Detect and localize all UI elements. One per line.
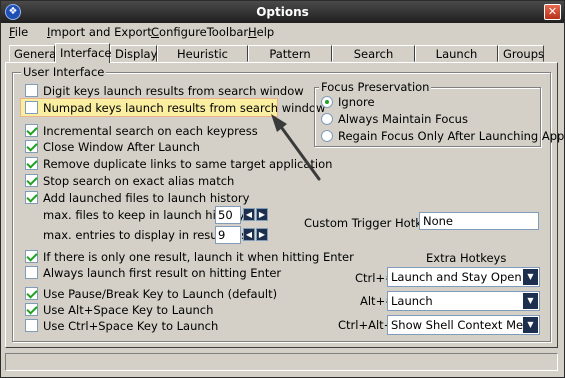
arrow-shaft <box>277 122 321 181</box>
tab-interface[interactable]: Interface <box>55 43 112 63</box>
status-bar <box>5 353 558 371</box>
options-window: ❖ Options ✕ File Import and Export Confi… <box>0 0 565 378</box>
